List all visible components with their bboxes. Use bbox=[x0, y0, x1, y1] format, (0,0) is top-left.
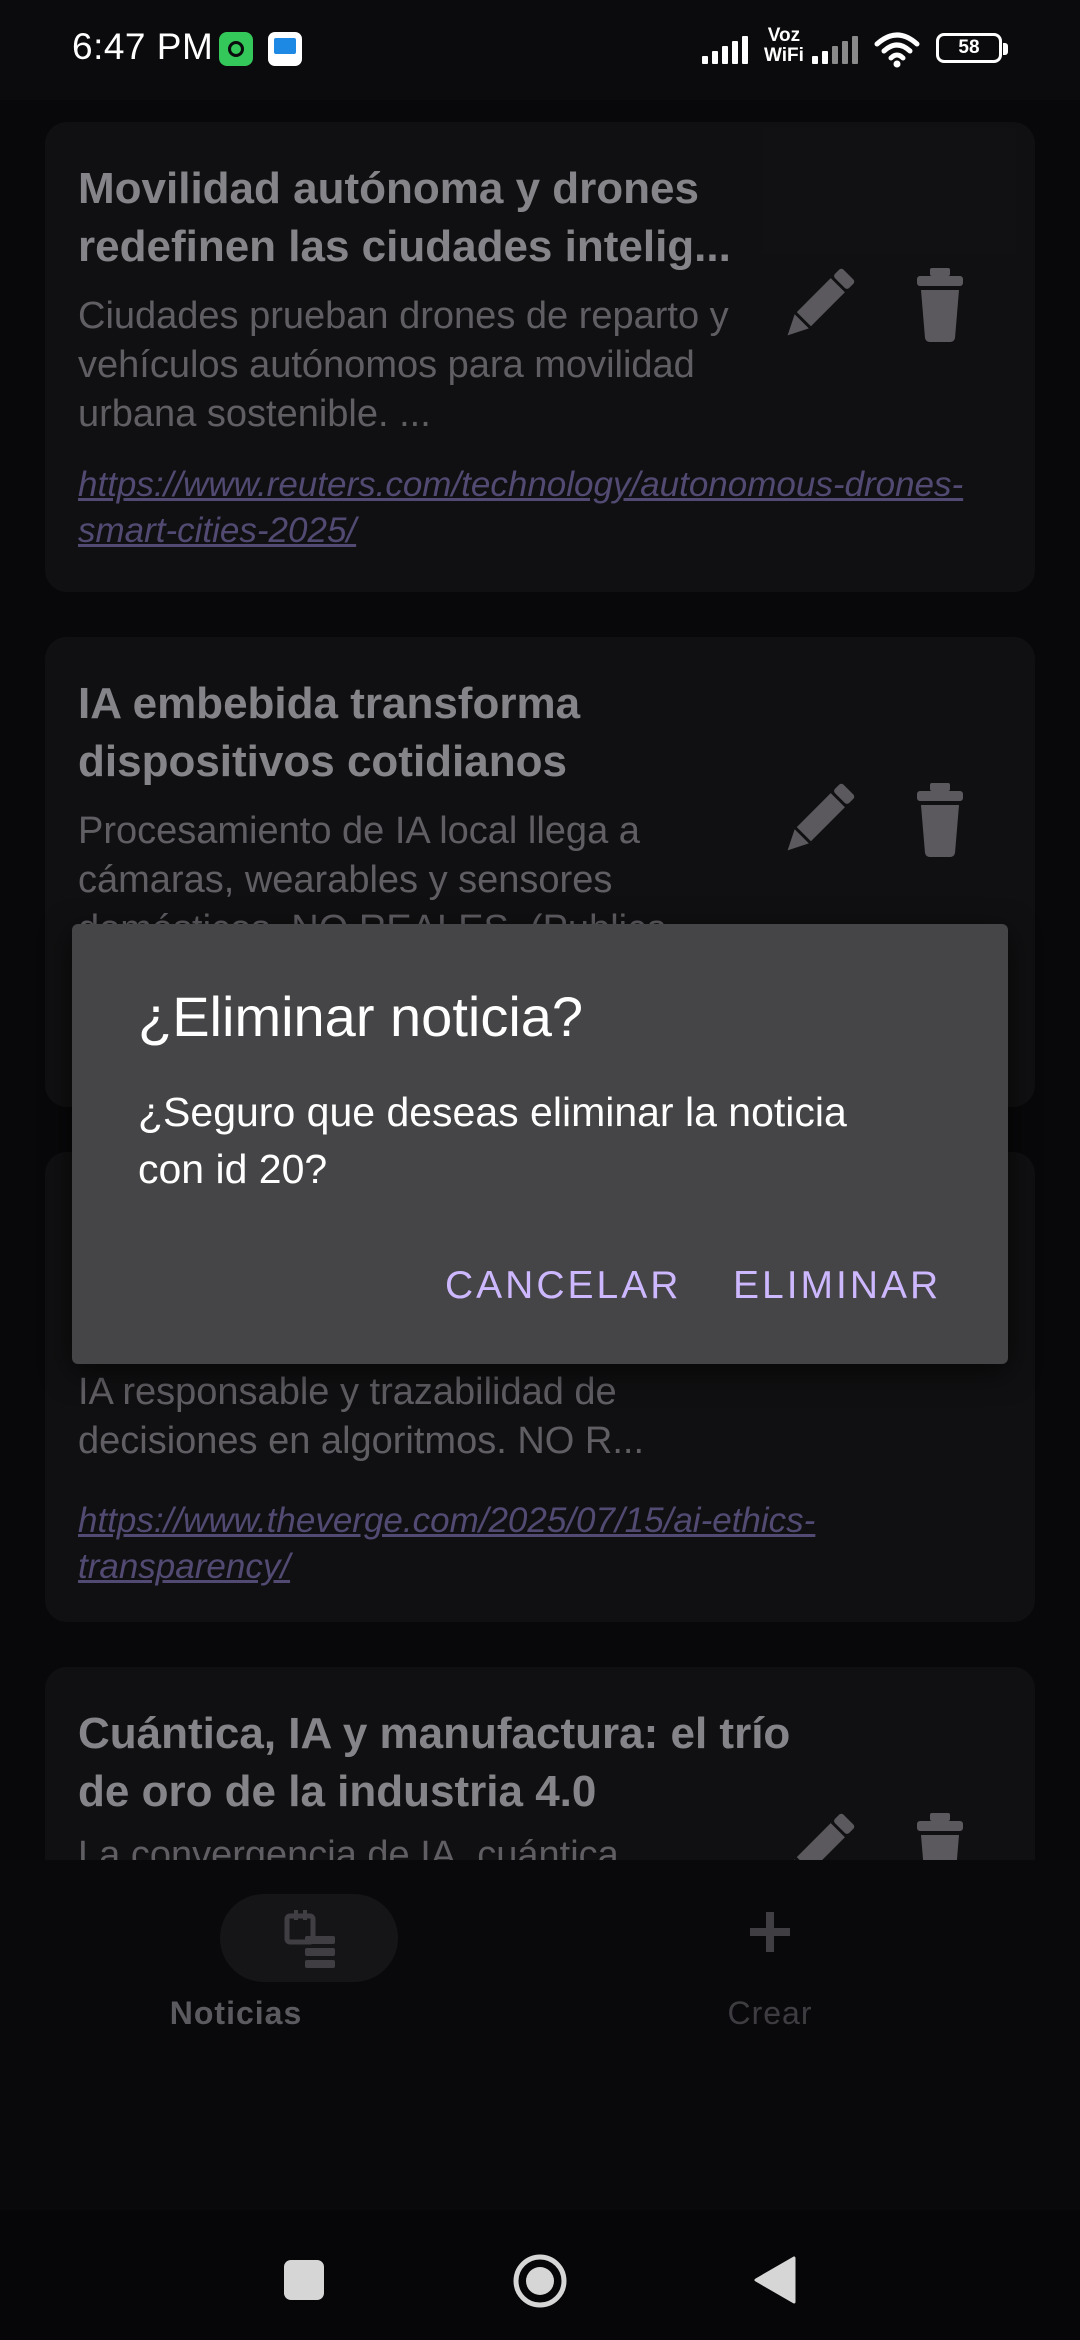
status-time: 6:47 PM bbox=[72, 26, 214, 67]
screen: 6:47 PM Voz WiFi 58 Movilidad autónoma y… bbox=[0, 0, 1080, 2340]
signal-icon-2 bbox=[812, 26, 864, 72]
android-app-icon bbox=[219, 32, 253, 66]
confirm-delete-button[interactable]: ELIMINAR bbox=[733, 1264, 941, 1308]
wifi-icon bbox=[874, 32, 920, 68]
system-navigation-bar bbox=[0, 2210, 1080, 2340]
recents-square-icon[interactable] bbox=[282, 2258, 326, 2302]
cancel-button[interactable]: CANCELAR bbox=[445, 1264, 681, 1308]
status-icons: Voz WiFi 58 bbox=[702, 26, 1008, 72]
dialog-title: ¿Eliminar noticia? bbox=[138, 985, 584, 1048]
home-circle-icon[interactable] bbox=[511, 2252, 569, 2310]
status-bar: 6:47 PM Voz WiFi 58 bbox=[0, 0, 1080, 100]
dialog-message: ¿Seguro que deseas eliminar la noticia c… bbox=[138, 1089, 847, 1192]
delete-confirm-dialog: ¿Eliminar noticia? ¿Seguro que deseas el… bbox=[72, 924, 1008, 1364]
voz-label: Voz bbox=[767, 25, 801, 46]
battery-icon: 58 bbox=[936, 33, 1008, 63]
back-triangle-icon[interactable] bbox=[754, 2256, 796, 2304]
wifi-label: WiFi bbox=[764, 45, 804, 66]
voz-wifi-label: Voz WiFi bbox=[764, 26, 804, 66]
screen-app-icon bbox=[268, 32, 302, 66]
signal-icon bbox=[702, 26, 754, 72]
